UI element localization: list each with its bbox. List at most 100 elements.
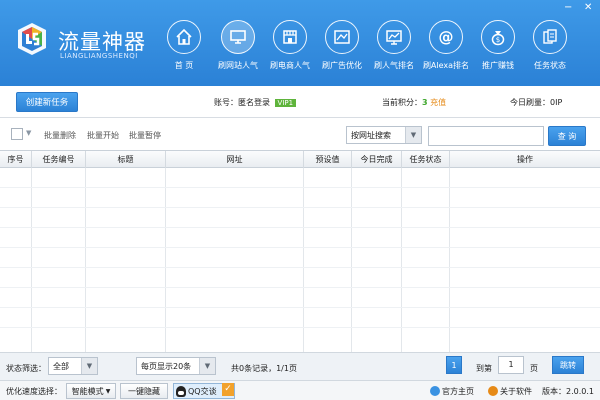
homepage-link[interactable]: 官方主页 [430, 386, 474, 397]
about-link[interactable]: 关于软件 [488, 386, 532, 397]
monitor-icon [230, 30, 246, 44]
info-icon [488, 386, 498, 396]
home-icon [176, 28, 192, 45]
table-column [86, 168, 166, 352]
ad-icon [334, 30, 350, 44]
batch-pause-button[interactable]: 批量暂停 [129, 130, 161, 141]
chevron-down-icon: ▼ [105, 387, 111, 395]
query-button[interactable]: 查 询 [548, 126, 586, 146]
globe-icon [430, 386, 440, 396]
table-column [166, 168, 304, 352]
nav-promote-earn[interactable]: $ 推广赚钱 [474, 20, 522, 82]
shop-icon [283, 30, 297, 44]
status-filter-value: 全部 [53, 362, 69, 371]
version-text: 版本：2.0.0.1 [542, 387, 594, 396]
table-row [0, 207, 600, 208]
select-all-checkbox[interactable] [11, 128, 23, 140]
speed-mode-value: 智能模式 [71, 386, 104, 396]
nav-label: 首 页 [174, 61, 194, 70]
points-label: 当前积分： [382, 98, 422, 107]
hide-button[interactable]: 一键隐藏 [120, 383, 168, 399]
table-column [304, 168, 352, 352]
footer-bar: 优化速度选择： 智能模式 ▼ 一键隐藏 QQ交谈 官方主页 关于软件 版本：2.0… [0, 380, 600, 400]
search-input[interactable] [428, 126, 544, 146]
today-value: 0IP [550, 98, 563, 107]
points-info: 当前积分：3 充值 [382, 97, 446, 108]
column-header[interactable]: 序号 [0, 151, 32, 168]
table-column [352, 168, 402, 352]
title-bar: 流量神器 LIANGLIANGSHENQI − ✕ 首 页 刷网站人气 刷电商人… [0, 0, 600, 86]
page-unit: 页 [530, 364, 538, 373]
page-size-value: 每页显示20条 [141, 362, 192, 371]
table-row [0, 307, 600, 308]
qq-label: QQ交谈 [188, 386, 217, 396]
vip-badge: VIP1 [274, 99, 297, 107]
minimize-button[interactable]: − [564, 3, 572, 13]
column-header[interactable]: 预设值 [304, 151, 352, 168]
column-header[interactable]: 任务编号 [32, 151, 86, 168]
nav-label: 刷网站人气 [218, 61, 258, 70]
record-info: 共0条记录，1/1页 [231, 364, 297, 373]
goto-button[interactable]: 跳转 [552, 356, 584, 374]
nav-ad-optimize[interactable]: 刷广告优化 [318, 20, 366, 82]
check-icon: ✓ [222, 383, 234, 396]
column-header[interactable]: 操作 [450, 151, 600, 168]
nav-label: 刷Alexa排名 [422, 61, 470, 70]
table-row [0, 247, 600, 248]
nav-label: 刷电商人气 [270, 61, 310, 70]
nav-ecommerce-traffic[interactable]: 刷电商人气 [266, 20, 314, 82]
search-mode-value: 按网址搜索 [351, 131, 391, 140]
chart-icon [386, 30, 402, 45]
nav-label: 推广赚钱 [482, 61, 514, 70]
account-info: 账号：匿名登录 VIP1 [214, 97, 297, 108]
search-mode-select[interactable]: 按网址搜索 ▼ [346, 126, 422, 144]
nav-alexa-rank[interactable]: @ 刷Alexa排名 [422, 20, 470, 82]
nav-rank-traffic[interactable]: 刷人气排名 [370, 20, 418, 82]
account-label: 账号： [214, 98, 238, 107]
nav-task-status[interactable]: 任务状态 [526, 20, 574, 82]
close-button[interactable]: ✕ [584, 3, 592, 13]
chevron-down-icon: ▼ [199, 358, 215, 374]
recharge-link[interactable]: 充值 [430, 98, 446, 107]
today-traffic: 今日刷量：0IP [510, 97, 562, 108]
qq-icon [176, 385, 186, 397]
chevron-down-icon: ▼ [405, 127, 421, 143]
app-logo [15, 22, 49, 56]
points-value: 3 [422, 98, 428, 107]
filter-label: 状态筛选： [6, 364, 46, 373]
table-column [0, 168, 32, 352]
current-page-button[interactable]: 1 [446, 356, 462, 374]
chevron-down-icon: ▼ [81, 358, 97, 374]
status-filter-select[interactable]: 全部 ▼ [48, 357, 98, 375]
batch-start-button[interactable]: 批量开始 [87, 130, 119, 141]
column-header[interactable]: 今日完成 [352, 151, 402, 168]
nav-home[interactable]: 首 页 [160, 20, 208, 82]
column-header[interactable]: 标题 [86, 151, 166, 168]
goto-label: 到第 [476, 364, 492, 373]
table-header: 序号 任务编号 标题 网址 预设值 今日完成 任务状态 操作 [0, 151, 600, 168]
account-value: 匿名登录 [238, 98, 270, 107]
today-label: 今日刷量： [510, 98, 550, 107]
speed-mode-select[interactable]: 智能模式 ▼ [66, 383, 116, 399]
table-row [0, 287, 600, 288]
chevron-down-icon[interactable]: ▼ [26, 129, 31, 137]
nav-label: 刷广告优化 [322, 61, 362, 70]
app-subtitle: LIANGLIANGSHENQI [60, 52, 138, 60]
batch-delete-button[interactable]: 批量删除 [44, 130, 76, 141]
table-column [32, 168, 86, 352]
nav-website-traffic[interactable]: 刷网站人气 [214, 20, 262, 82]
money-bag-icon: $ [491, 31, 505, 46]
task-table: 序号 任务编号 标题 网址 预设值 今日完成 任务状态 操作 [0, 150, 600, 352]
homepage-label: 官方主页 [442, 387, 474, 396]
create-task-button[interactable]: 创建新任务 [16, 92, 78, 112]
account-info-bar: 创建新任务 账号：匿名登录 VIP1 当前积分：3 充值 今日刷量：0IP [0, 86, 600, 118]
svg-text:$: $ [496, 36, 500, 44]
column-header[interactable]: 任务状态 [402, 151, 450, 168]
nav-label: 任务状态 [534, 61, 566, 70]
page-size-select[interactable]: 每页显示20条 ▼ [136, 357, 216, 375]
documents-icon [543, 29, 557, 44]
table-row [0, 227, 600, 228]
goto-page-input[interactable]: 1 [498, 356, 524, 374]
column-header[interactable]: 网址 [166, 151, 304, 168]
about-label: 关于软件 [500, 387, 532, 396]
